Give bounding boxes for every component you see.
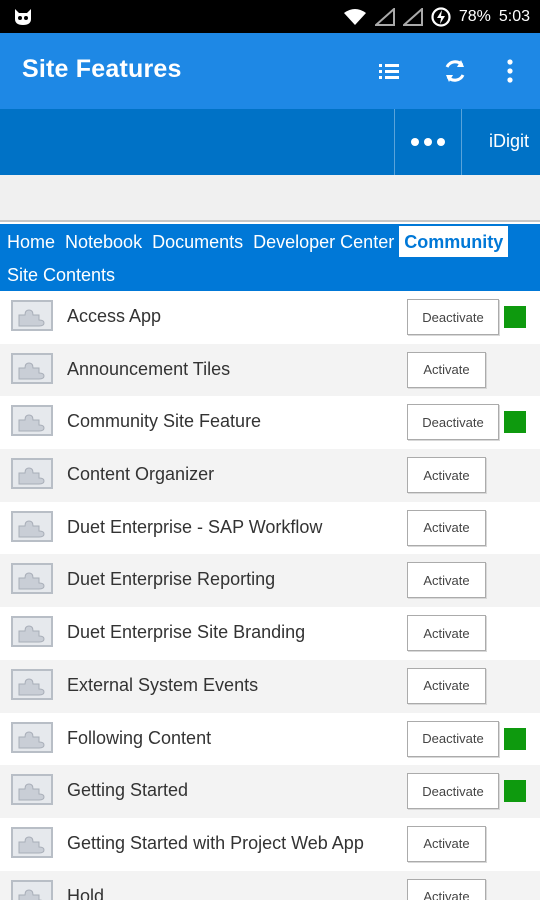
nav-row: Home Notebook Documents Developer Center… — [2, 226, 509, 257]
feature-name: Duet Enterprise - SAP Workflow — [67, 516, 323, 537]
wifi-icon — [343, 8, 367, 26]
feature-name: Announcement Tiles — [67, 358, 231, 379]
feature-row: External System Events Activate — [0, 659, 540, 713]
feature-puzzle-icon — [11, 616, 53, 648]
search-area — [0, 175, 540, 222]
nav-item-notebook[interactable]: Notebook — [60, 226, 147, 257]
active-status-indicator — [504, 411, 526, 434]
feature-row: Duet Enterprise Site Branding Activate — [0, 607, 540, 660]
signal-icon — [374, 7, 395, 26]
suite-bar-divider — [394, 109, 395, 175]
nav-item-site-contents[interactable]: Site Contents — [7, 265, 115, 286]
feature-list: Access App Deactivate Announcement Tiles Ac… — [0, 291, 540, 900]
active-status-indicator — [504, 727, 526, 750]
activate-button[interactable]: Activate — [407, 878, 486, 900]
feature-name: Duet Enterprise Site Branding — [67, 622, 306, 643]
feature-puzzle-icon — [11, 563, 53, 595]
feature-puzzle-icon — [11, 405, 53, 437]
suite-bar: iDigit — [0, 109, 540, 175]
feature-puzzle-icon — [11, 510, 53, 542]
feature-name: Hold — [67, 885, 105, 900]
top-navigation: Home Notebook Documents Developer Center… — [0, 224, 540, 291]
feature-row: Access App Deactivate — [0, 291, 540, 344]
feature-name: Access App — [67, 306, 162, 326]
more-horiz-icon[interactable] — [396, 109, 460, 175]
cat-app-icon — [12, 6, 34, 28]
deactivate-button[interactable]: Deactivate — [407, 720, 499, 757]
feature-row: Getting Started with Project Web App Acti… — [0, 818, 540, 871]
feature-puzzle-icon — [11, 826, 53, 858]
feature-puzzle-icon — [11, 458, 53, 490]
signal-icon-2 — [402, 7, 423, 26]
nav-item-developer-center[interactable]: Developer Center — [248, 226, 399, 257]
deactivate-button[interactable]: Deactivate — [407, 773, 499, 810]
feature-name: Getting Started with Project Web App — [67, 832, 364, 853]
nav-item-community[interactable]: Community — [399, 226, 509, 257]
app-bar: Site Features — [0, 33, 540, 109]
nav-item-documents[interactable]: Documents — [147, 226, 248, 257]
battery-charging-icon — [431, 6, 451, 27]
feature-name: Duet Enterprise Reporting — [67, 569, 276, 590]
deactivate-button[interactable]: Deactivate — [407, 404, 499, 441]
more-vert-icon[interactable] — [494, 55, 526, 87]
feature-puzzle-icon — [11, 668, 53, 700]
feature-name: Community Site Feature — [67, 411, 262, 432]
feature-row: Duet Enterprise Reporting Activate — [0, 554, 540, 608]
feature-name: External System Events — [67, 674, 259, 695]
feature-row: Hold Activate — [0, 870, 540, 900]
feature-puzzle-icon — [11, 352, 53, 384]
feature-row: Community Site Feature Deactivate — [0, 396, 540, 449]
clock-time: 5:03 — [498, 7, 530, 25]
suite-bar-divider — [461, 109, 462, 175]
activate-button[interactable]: Activate — [407, 615, 486, 652]
feature-row: Getting Started Deactivate — [0, 765, 540, 818]
feature-row: Announcement Tiles Activate — [0, 343, 540, 397]
active-status-indicator — [504, 780, 526, 803]
feature-puzzle-icon — [11, 300, 53, 331]
activate-button[interactable]: Activate — [407, 667, 486, 704]
activate-button[interactable]: Activate — [407, 457, 486, 494]
user-name[interactable]: iDigit — [489, 131, 529, 152]
activate-button[interactable]: Activate — [407, 562, 486, 599]
feature-puzzle-icon — [11, 774, 53, 806]
feature-puzzle-icon — [11, 879, 53, 900]
battery-level: 78% — [458, 7, 491, 25]
activate-button[interactable]: Activate — [407, 825, 486, 862]
refresh-icon[interactable] — [439, 55, 471, 87]
status-bar: 78% 5:03 — [0, 0, 540, 33]
feature-row: Following Content Deactivate — [0, 713, 540, 766]
feature-name: Getting Started — [67, 780, 189, 801]
status-bar-right: 78% 5:03 — [343, 0, 530, 33]
feature-name: Content Organizer — [67, 464, 215, 485]
page-title: Site Features — [22, 55, 182, 83]
nav-item-home[interactable]: Home — [2, 226, 60, 257]
active-status-indicator — [504, 306, 526, 328]
activate-button[interactable]: Activate — [407, 351, 486, 388]
feature-puzzle-icon — [11, 721, 53, 753]
feature-row: Content Organizer Activate — [0, 449, 540, 502]
activate-button[interactable]: Activate — [407, 509, 486, 546]
feature-name: Following Content — [67, 727, 212, 748]
feature-row: Duet Enterprise - SAP Workflow Activate — [0, 502, 540, 555]
list-view-icon[interactable] — [373, 55, 405, 87]
deactivate-button[interactable]: Deactivate — [407, 299, 499, 335]
